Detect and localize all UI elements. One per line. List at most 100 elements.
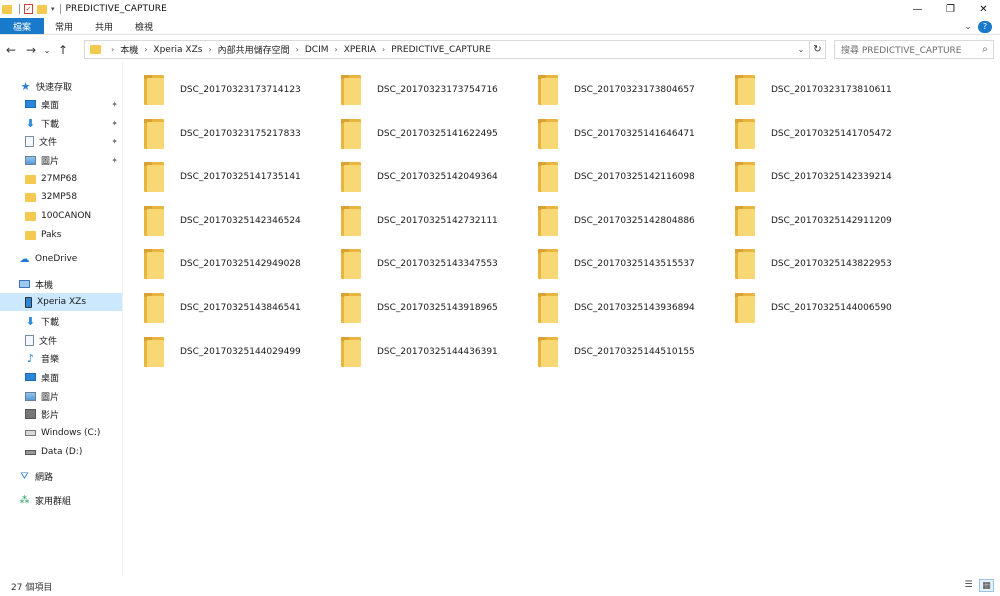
folder-name: DSC_20170325142949028: [180, 259, 301, 270]
folder-icon: [341, 162, 361, 193]
list-item[interactable]: DSC_20170325143822953: [714, 246, 910, 282]
list-item[interactable]: DSC_20170325142804886: [517, 203, 713, 239]
sidebar-item-quick-access[interactable]: ★ 快速存取: [0, 77, 122, 95]
list-item[interactable]: DSC_20170325142911209: [714, 203, 910, 239]
chevron-right-icon[interactable]: ›: [111, 45, 114, 54]
breadcrumb-this-pc[interactable]: 本機: [120, 43, 138, 56]
list-item[interactable]: DSC_20170325142949028: [123, 246, 319, 282]
tab-file[interactable]: 檔案: [0, 18, 45, 34]
sidebar-item-pc-downloads[interactable]: ⬇ 下載: [0, 312, 122, 330]
chevron-right-icon[interactable]: ›: [296, 45, 299, 54]
details-view-button[interactable]: ☰: [961, 579, 976, 592]
sidebar-item-pictures[interactable]: 圖片 ✦: [0, 151, 122, 169]
folder-name: DSC_20170325142911209: [771, 215, 892, 226]
list-item[interactable]: DSC_20170323173804657: [517, 72, 713, 108]
sidebar-item-desktop[interactable]: 桌面 ✦: [0, 95, 122, 113]
search-icon[interactable]: ⌕: [977, 44, 993, 55]
breadcrumb-xperia-xzs[interactable]: Xperia XZs: [153, 45, 202, 55]
sidebar-item-drive-c[interactable]: Windows (C:): [0, 424, 122, 442]
sidebar-item-label: 網路: [35, 472, 54, 483]
refresh-button[interactable]: ↻: [809, 41, 825, 58]
sidebar-item-100canon[interactable]: 100CANON: [0, 207, 122, 225]
list-item[interactable]: DSC_20170325143918965: [320, 290, 516, 326]
list-item[interactable]: DSC_20170325142116098: [517, 159, 713, 195]
chevron-right-icon[interactable]: ›: [144, 45, 147, 54]
folder-name: DSC_20170325143515537: [574, 259, 695, 270]
list-item[interactable]: DSC_20170325143515537: [517, 246, 713, 282]
customize-toolbar-icon[interactable]: ▾: [51, 5, 55, 13]
chevron-right-icon[interactable]: ›: [382, 45, 385, 54]
sidebar-item-documents[interactable]: 文件 ✦: [0, 132, 122, 150]
forward-button[interactable]: →: [22, 40, 40, 60]
sidebar-item-32mp58[interactable]: 32MP58: [0, 188, 122, 206]
list-item[interactable]: DSC_20170325144436391: [320, 334, 516, 370]
address-history-button[interactable]: ⌄: [793, 45, 809, 54]
folder-name: DSC_20170325144006590: [771, 303, 892, 313]
list-item[interactable]: DSC_20170323173810611: [714, 72, 910, 108]
list-item[interactable]: DSC_20170323173714123: [123, 72, 319, 108]
restore-button[interactable]: ❐: [934, 0, 967, 18]
list-item[interactable]: DSC_20170325141646471: [517, 116, 713, 152]
help-icon[interactable]: ?: [978, 20, 992, 33]
list-item[interactable]: DSC_20170325142732111: [320, 203, 516, 239]
tab-home[interactable]: 常用: [44, 18, 84, 34]
list-item[interactable]: DSC_20170325144029499: [123, 334, 319, 370]
address-bar[interactable]: › 本機 › Xperia XZs › 內部共用儲存空間 › DCIM › XP…: [84, 40, 826, 59]
sidebar-item-pc-documents[interactable]: 文件: [0, 331, 122, 349]
up-button[interactable]: ↑: [54, 40, 72, 60]
tab-share[interactable]: 共用: [84, 18, 124, 34]
sidebar-item-videos[interactable]: 影片: [0, 405, 122, 423]
list-item[interactable]: DSC_20170325142049364: [320, 159, 516, 195]
recent-locations-button[interactable]: ⌄: [42, 40, 52, 60]
folder-name: DSC_20170325141705472: [771, 128, 892, 139]
sidebar-item-music[interactable]: ♪ 音樂: [0, 349, 122, 367]
new-folder-icon[interactable]: [37, 4, 47, 14]
folder-icon: [735, 249, 755, 280]
sidebar-item-27mp68[interactable]: 27MP68: [0, 170, 122, 188]
breadcrumb-internal-storage[interactable]: 內部共用儲存空間: [218, 43, 290, 56]
breadcrumb-predictive-capture[interactable]: PREDICTIVE_CAPTURE: [391, 45, 491, 55]
list-item[interactable]: DSC_20170323173754716: [320, 72, 516, 108]
list-item[interactable]: DSC_20170325143347553: [320, 246, 516, 282]
sidebar-item-label: 家用群組: [35, 496, 72, 507]
sidebar-item-pc-pictures[interactable]: 圖片: [0, 387, 122, 405]
properties-icon[interactable]: ✓: [24, 4, 33, 14]
list-item[interactable]: DSC_20170323175217833: [123, 116, 319, 152]
sidebar-item-xperia-xzs[interactable]: Xperia XZs: [0, 293, 122, 311]
folder-name: DSC_20170325142116098: [574, 172, 695, 183]
sidebar-item-drive-d[interactable]: Data (D:): [0, 443, 122, 461]
navigation-bar: ← → ⌄ ↑ › 本機 › Xperia XZs › 內部共用儲存空間 › D…: [0, 38, 1000, 62]
expand-ribbon-icon[interactable]: ⌄: [958, 22, 978, 32]
sidebar-item-label: 32MP58: [41, 192, 78, 202]
sidebar-item-onedrive[interactable]: ☁ OneDrive: [0, 250, 122, 268]
breadcrumb-dcim[interactable]: DCIM: [305, 45, 329, 55]
list-item[interactable]: DSC_20170325143936894: [517, 290, 713, 326]
list-item[interactable]: DSC_20170325144006590: [714, 290, 910, 326]
folder-icon: [735, 75, 755, 105]
list-item[interactable]: DSC_20170325143846541: [123, 290, 319, 326]
sidebar-item-downloads[interactable]: ⬇ 下載 ✦: [0, 114, 122, 132]
list-item[interactable]: DSC_20170325144510155: [517, 334, 713, 370]
folder-icon: [735, 293, 755, 323]
chevron-right-icon[interactable]: ›: [208, 45, 211, 54]
sidebar-item-this-pc[interactable]: 本機: [0, 275, 122, 293]
list-item[interactable]: DSC_20170325141735141: [123, 159, 319, 195]
search-box[interactable]: 搜尋 PREDICTIVE_CAPTURE ⌕: [834, 40, 994, 59]
sidebar-item-pc-desktop[interactable]: 桌面: [0, 368, 122, 386]
list-item[interactable]: DSC_20170325141705472: [714, 116, 910, 152]
list-item[interactable]: DSC_20170325142339214: [714, 159, 910, 195]
sidebar-item-paks[interactable]: Paks: [0, 226, 122, 244]
close-button[interactable]: ✕: [967, 0, 1000, 18]
list-item[interactable]: DSC_20170325142346524: [123, 203, 319, 239]
large-icons-view-button[interactable]: ▦: [979, 579, 994, 592]
sidebar-item-network[interactable]: ⛛ 網路: [0, 467, 122, 485]
list-item[interactable]: DSC_20170325141622495: [320, 116, 516, 152]
back-button[interactable]: ←: [2, 40, 20, 60]
breadcrumb-xperia[interactable]: XPERIA: [344, 45, 376, 55]
document-icon: [25, 135, 34, 147]
chevron-right-icon[interactable]: ›: [335, 45, 338, 54]
sidebar-item-homegroup[interactable]: ⁂ 家用群組: [0, 491, 122, 509]
minimize-button[interactable]: —: [901, 0, 934, 18]
tab-view[interactable]: 檢視: [124, 18, 164, 34]
search-input[interactable]: 搜尋 PREDICTIVE_CAPTURE: [835, 43, 977, 56]
